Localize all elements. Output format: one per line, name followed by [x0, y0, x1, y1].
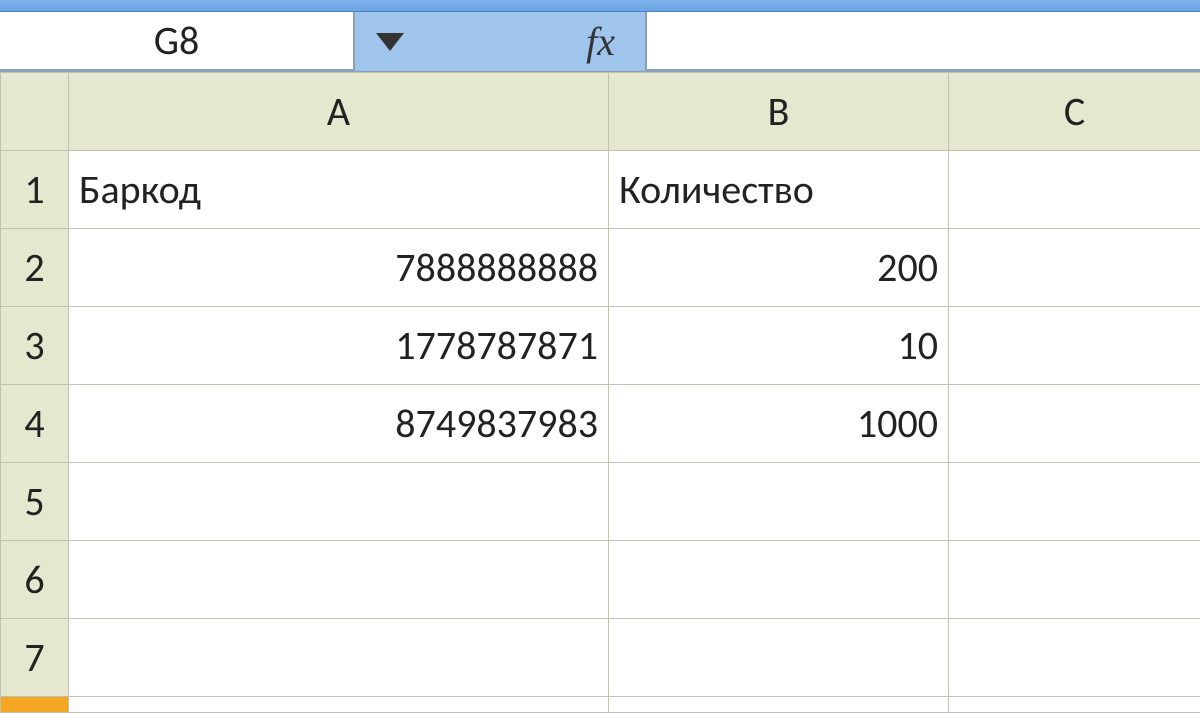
cell-A1[interactable]: Баркод: [69, 151, 609, 229]
cell-B3[interactable]: 10: [609, 307, 949, 385]
row-header-1[interactable]: 1: [1, 151, 69, 229]
cell-B1[interactable]: Количество: [609, 151, 949, 229]
row-header-3[interactable]: 3: [1, 307, 69, 385]
row-header-7[interactable]: 7: [1, 619, 69, 697]
cell-A5[interactable]: [69, 463, 609, 541]
cell-A3[interactable]: 1778787871: [69, 307, 609, 385]
row-header-5[interactable]: 5: [1, 463, 69, 541]
cell-C4[interactable]: [949, 385, 1200, 463]
row-header-2[interactable]: 2: [1, 229, 69, 307]
cell-B7[interactable]: [609, 619, 949, 697]
cell-C6[interactable]: [949, 541, 1200, 619]
cell-B4[interactable]: 1000: [609, 385, 949, 463]
cell-C5[interactable]: [949, 463, 1200, 541]
window-title-bar: [0, 0, 1200, 12]
cell-C3[interactable]: [949, 307, 1200, 385]
fx-icon: fx: [586, 18, 615, 65]
row-header-4[interactable]: 4: [1, 385, 69, 463]
cell-B6[interactable]: [609, 541, 949, 619]
cell-A4[interactable]: 8749837983: [69, 385, 609, 463]
cell-C7[interactable]: [949, 619, 1200, 697]
cell-A7[interactable]: [69, 619, 609, 697]
name-box[interactable]: G8: [0, 12, 355, 71]
fx-button[interactable]: fx: [425, 12, 645, 71]
spreadsheet-grid[interactable]: A B C 1 Баркод Количество 2 7888888888 2…: [0, 72, 1200, 713]
name-box-dropdown[interactable]: [355, 12, 425, 71]
cell-A2[interactable]: 7888888888: [69, 229, 609, 307]
formula-input[interactable]: [645, 12, 1200, 71]
column-header-B[interactable]: B: [609, 73, 949, 151]
formula-bar: G8 fx: [0, 12, 1200, 72]
column-header-A[interactable]: A: [69, 73, 609, 151]
cell-B2[interactable]: 200: [609, 229, 949, 307]
select-all-corner[interactable]: [1, 73, 69, 151]
cell-C1[interactable]: [949, 151, 1200, 229]
cell-A6[interactable]: [69, 541, 609, 619]
column-header-C[interactable]: C: [949, 73, 1200, 151]
cell-B5[interactable]: [609, 463, 949, 541]
cell-C2[interactable]: [949, 229, 1200, 307]
row-header-6[interactable]: 6: [1, 541, 69, 619]
chevron-down-icon: [376, 33, 404, 51]
